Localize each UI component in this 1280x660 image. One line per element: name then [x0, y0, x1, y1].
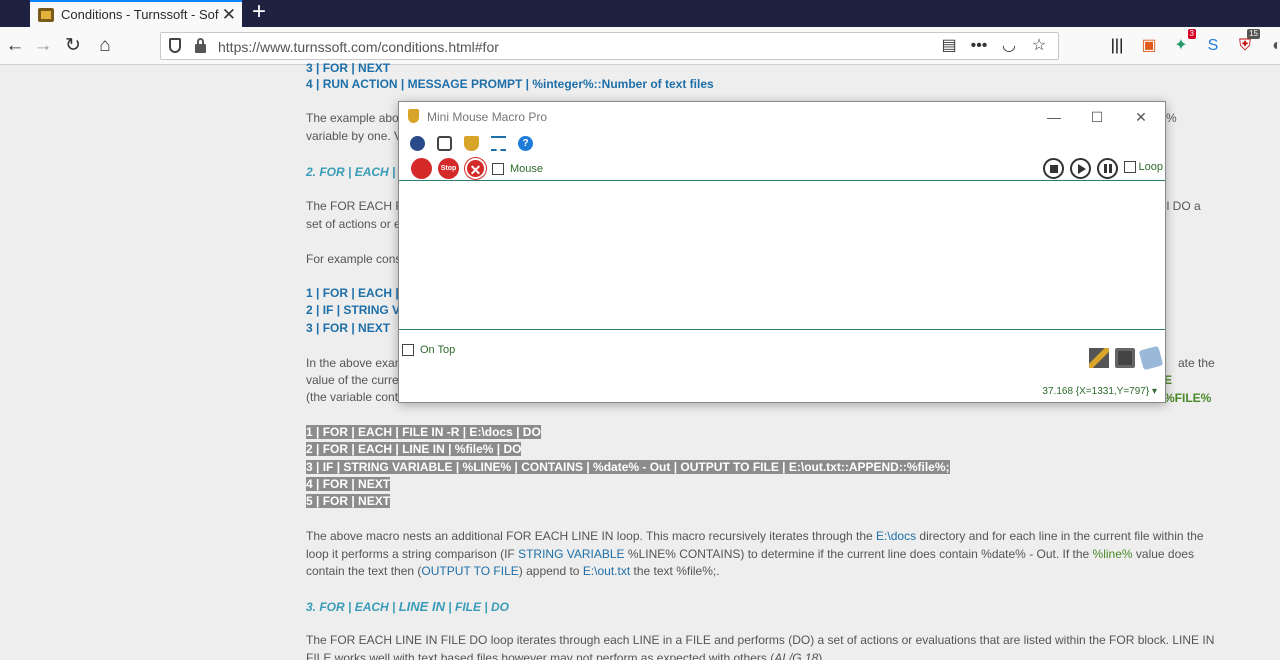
record-button[interactable] [411, 158, 432, 179]
stop-playback-button[interactable] [1043, 158, 1064, 179]
new-tab-button[interactable]: + [252, 0, 266, 25]
section-heading: 2. FOR | EACH | F [306, 165, 407, 179]
page-actions-icon[interactable]: ••• [968, 35, 990, 57]
lock-icon[interactable] [195, 38, 206, 53]
minimize-button[interactable]: — [1039, 105, 1069, 129]
home-icon[interactable]: ⌂ [92, 33, 118, 59]
status-readout: 37.168 {X=1331,Y=797} ▾ [1042, 386, 1157, 397]
link-out-txt[interactable]: E:\out.txt [583, 564, 630, 578]
extension-icon[interactable]: ✦ 3 [1168, 29, 1196, 58]
close-button[interactable]: ✕ [1126, 105, 1156, 129]
playback-controls [1043, 158, 1118, 179]
code-line: 4 | FOR | NEXT [306, 477, 391, 491]
shopping-extension-icon[interactable]: ▣ [1136, 34, 1162, 58]
url-bar[interactable]: https://www.turnssoft.com/conditions.htm… [160, 32, 1059, 60]
clear-button[interactable]: ✕ [465, 158, 486, 179]
mouse-checkbox[interactable] [492, 162, 504, 175]
tracking-shield-icon[interactable] [169, 38, 181, 53]
settings-toggle-icon[interactable] [437, 136, 452, 151]
on-top-checkbox[interactable] [402, 344, 414, 356]
loop-option: Loop [1123, 161, 1163, 173]
pocket-icon[interactable]: ◡ [998, 35, 1020, 57]
tab-conditions[interactable]: Conditions - Turnssoft - Software ✕ [30, 0, 242, 27]
on-top-label: On Top [420, 344, 456, 356]
mouse-label: Mouse [510, 162, 544, 175]
code-line: 5 | FOR | NEXT [306, 494, 391, 508]
arrange-icon[interactable] [491, 136, 506, 151]
bookmark-star-icon[interactable]: ☆ [1028, 35, 1050, 57]
load-icon[interactable] [1138, 345, 1164, 371]
paragraph: The FOR EACH LINE IN FILE DO loop iterat… [306, 633, 1215, 660]
code-line: 1 | FOR | EACH | FILE IN -R | E:\docs | … [306, 425, 541, 439]
toolbar-record: Stop ✕ Mouse [411, 158, 543, 179]
stop-button[interactable]: Stop [438, 158, 459, 179]
home-icon[interactable] [410, 136, 425, 151]
extension-badge: 3 [1187, 29, 1196, 39]
firefox-account-icon[interactable]: ◐ [1264, 34, 1280, 58]
stop-icon [1049, 164, 1058, 173]
pause-icon [1103, 164, 1112, 173]
section-heading: 3. FOR | EACH | LINE IN | FILE | DO [306, 599, 510, 614]
app-logo-icon [408, 109, 419, 123]
file-actions [1089, 345, 1164, 371]
code-line: 3 | FOR | NEXT [306, 61, 391, 75]
maximize-button[interactable]: ☐ [1082, 105, 1112, 129]
edit-icon[interactable] [1089, 348, 1109, 368]
tab-title: Conditions - Turnssoft - Software [61, 7, 219, 22]
reader-view-icon[interactable]: ▤ [938, 35, 960, 57]
mini-mouse-macro-window: Mini Mouse Macro Pro — ☐ ✕ ? Stop ✕ Mous… [398, 101, 1166, 403]
back-icon[interactable]: ← [2, 33, 28, 59]
tab-close-icon[interactable]: ✕ [222, 6, 236, 23]
link-docs[interactable]: E:\docs [876, 529, 916, 543]
ublock-icon[interactable]: ⛨ 15 [1232, 29, 1260, 58]
code-line: 4 | RUN ACTION | MESSAGE PROMPT | %integ… [306, 77, 714, 91]
macro-list[interactable] [399, 180, 1165, 330]
url-text[interactable]: https://www.turnssoft.com/conditions.htm… [218, 39, 499, 55]
code-line: 2 | FOR | EACH | LINE IN | %file% | DO [306, 442, 522, 456]
forward-icon[interactable]: → [30, 33, 56, 59]
macro-icon[interactable] [464, 136, 479, 151]
window-title: Mini Mouse Macro Pro [427, 110, 548, 124]
code-line: 3 | IF | STRING VARIABLE | %LINE% | CONT… [306, 460, 950, 474]
toolbar-top: ? [410, 136, 533, 151]
paragraph: The above macro nests an additional FOR … [306, 529, 1204, 578]
link-string-variable[interactable]: STRING VARIABLE [518, 547, 624, 561]
reload-icon[interactable]: ↻ [60, 33, 86, 59]
ublock-badge: 15 [1247, 29, 1260, 39]
save-icon[interactable] [1115, 348, 1135, 368]
s-extension-icon[interactable]: S [1200, 34, 1226, 58]
library-icon[interactable]: ||| [1104, 34, 1130, 58]
play-icon [1077, 163, 1086, 174]
tab-bar: Conditions - Turnssoft - Software ✕ + [0, 0, 1280, 27]
loop-label: Loop [1138, 161, 1163, 173]
help-icon[interactable]: ? [518, 136, 533, 151]
link-output-to-file[interactable]: OUTPUT TO FILE [421, 564, 518, 578]
on-top-option: On Top [402, 344, 455, 356]
play-button[interactable] [1070, 158, 1091, 179]
pause-button[interactable] [1097, 158, 1118, 179]
loop-checkbox[interactable] [1123, 161, 1136, 173]
site-favicon-icon [38, 7, 54, 22]
